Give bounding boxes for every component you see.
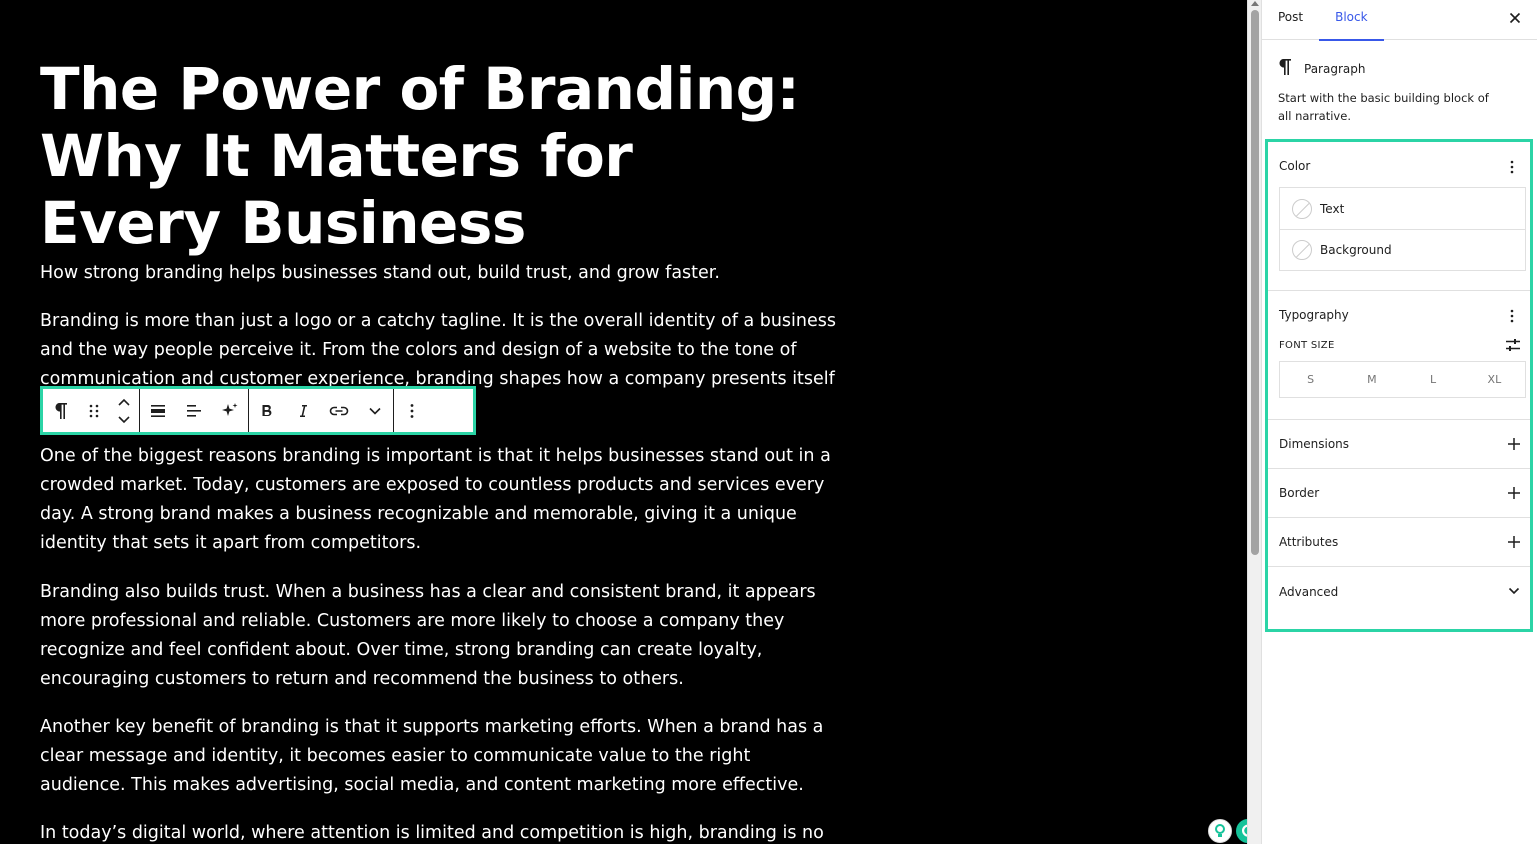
typography-options-icon[interactable]: [1504, 308, 1520, 324]
font-size-xl[interactable]: XL: [1464, 362, 1525, 397]
text-color-option[interactable]: Text: [1280, 188, 1525, 229]
tab-block[interactable]: Block: [1319, 0, 1385, 41]
drag-handle-icon[interactable]: [79, 389, 109, 432]
align-text-icon[interactable]: [176, 389, 212, 432]
font-size-picker: S M L XL: [1279, 361, 1526, 398]
color-panel-title: Color: [1279, 159, 1311, 173]
scroll-up-arrow-icon[interactable]: [1251, 1, 1259, 6]
border-panel[interactable]: Border: [1268, 469, 1530, 518]
post-title[interactable]: The Power of Branding: Why It Matters fo…: [40, 56, 800, 257]
paragraph-block[interactable]: In today’s digital world, where attentio…: [40, 819, 840, 844]
settings-sidebar: Post Block Paragraph Start with the basi…: [1261, 0, 1537, 844]
paragraph-icon[interactable]: [43, 389, 79, 432]
toolbar-group-format: [249, 389, 394, 432]
background-color-option[interactable]: Background: [1280, 229, 1525, 270]
attributes-panel[interactable]: Attributes: [1268, 518, 1530, 567]
toolbar-group-align: [140, 389, 249, 432]
options-icon[interactable]: [394, 389, 430, 432]
block-toolbar: [40, 386, 476, 435]
toolbar-group-options: [394, 389, 430, 432]
border-panel-title: Border: [1279, 486, 1320, 500]
chevron-down-icon[interactable]: [1506, 583, 1522, 599]
color-panel: Color Text Background: [1268, 142, 1530, 291]
advanced-panel[interactable]: Advanced: [1268, 567, 1530, 616]
font-size-l[interactable]: L: [1403, 362, 1464, 397]
paragraph-block[interactable]: One of the biggest reasons branding is i…: [40, 442, 840, 558]
custom-size-settings-icon[interactable]: [1504, 336, 1522, 354]
paragraph-block[interactable]: Branding also builds trust. When a busin…: [40, 578, 840, 694]
ai-sparkle-icon[interactable]: [212, 389, 248, 432]
dimensions-panel[interactable]: Dimensions: [1268, 420, 1530, 469]
close-icon[interactable]: [1503, 6, 1527, 30]
grammarly-icon[interactable]: [1236, 819, 1247, 843]
dimensions-panel-title: Dimensions: [1279, 437, 1350, 451]
italic-icon[interactable]: [285, 389, 321, 432]
color-options-list: Text Background: [1279, 187, 1526, 271]
typography-panel-title: Typography: [1279, 308, 1349, 322]
attributes-panel-title: Attributes: [1279, 535, 1339, 549]
lightbulb-icon[interactable]: [1208, 819, 1232, 843]
background-color-label: Background: [1320, 243, 1392, 257]
sidebar-tabs: Post Block: [1262, 0, 1537, 41]
toolbar-group-block: [43, 389, 140, 432]
plus-icon[interactable]: [1506, 485, 1522, 501]
paragraph-icon: [1278, 58, 1292, 79]
floating-extension-icons: [1208, 819, 1247, 843]
align-block-icon[interactable]: [140, 389, 176, 432]
typography-panel: Typography FONT SIZE S M L XL: [1268, 291, 1530, 420]
block-settings-panels: Color Text Background Typography FONT SI…: [1265, 139, 1533, 632]
link-icon[interactable]: [321, 389, 357, 432]
color-options-icon[interactable]: [1504, 159, 1520, 175]
font-size-s[interactable]: S: [1280, 362, 1341, 397]
font-size-label: FONT SIZE: [1279, 340, 1335, 351]
advanced-panel-title: Advanced: [1279, 584, 1339, 599]
empty-swatch-icon: [1292, 240, 1312, 260]
scrollbar-thumb[interactable]: [1251, 10, 1259, 555]
plus-icon[interactable]: [1506, 534, 1522, 550]
block-name: Paragraph: [1304, 61, 1366, 76]
more-rich-text-icon[interactable]: [357, 389, 393, 432]
editor-canvas: The Power of Branding: Why It Matters fo…: [0, 0, 1247, 844]
canvas-scrollbar[interactable]: [1247, 0, 1261, 844]
tab-post[interactable]: Post: [1262, 0, 1319, 40]
text-color-label: Text: [1320, 201, 1345, 216]
paragraph-block[interactable]: Branding is more than just a logo or a c…: [40, 307, 840, 390]
move-up-down-icon[interactable]: [109, 389, 139, 432]
plus-icon[interactable]: [1506, 436, 1522, 452]
subtitle-paragraph[interactable]: How strong branding helps businesses sta…: [40, 259, 840, 288]
empty-swatch-icon: [1292, 198, 1312, 219]
paragraph-block[interactable]: Another key benefit of branding is that …: [40, 713, 840, 800]
block-description: Start with the basic building block of a…: [1278, 91, 1489, 123]
font-size-m[interactable]: M: [1341, 362, 1402, 397]
bold-icon[interactable]: [249, 389, 285, 432]
